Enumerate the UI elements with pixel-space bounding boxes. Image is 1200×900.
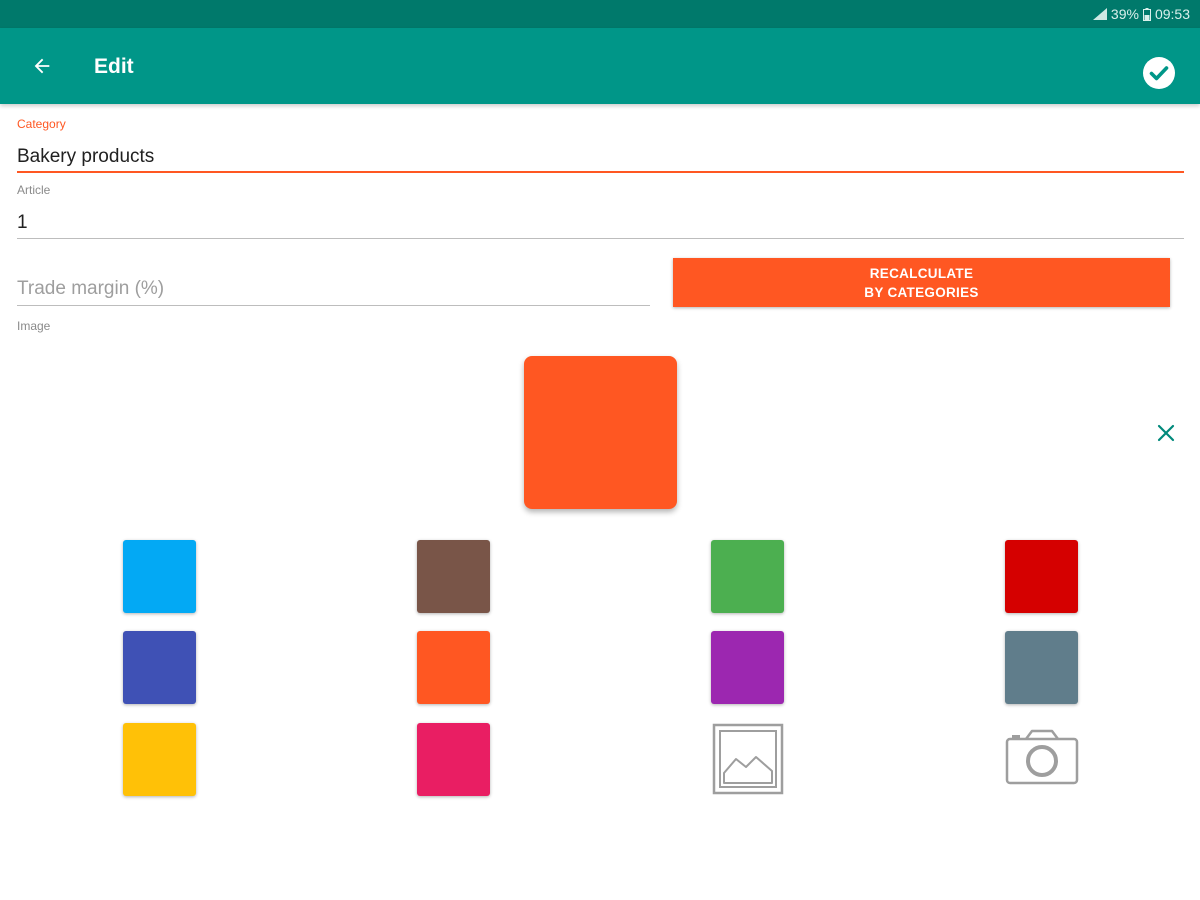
color-swatch-amber[interactable] <box>123 723 196 796</box>
recalculate-label-line2: BY CATEGORIES <box>864 284 979 300</box>
trade-margin-input[interactable] <box>17 276 647 302</box>
camera-button[interactable] <box>1004 723 1080 795</box>
image-gallery-icon <box>712 723 784 795</box>
back-button[interactable] <box>26 50 58 82</box>
gallery-button[interactable] <box>712 723 784 795</box>
color-swatch-blue-grey[interactable] <box>1005 631 1078 704</box>
image-label: Image <box>17 319 51 333</box>
signal-icon <box>1092 8 1107 20</box>
article-underline <box>17 238 1184 239</box>
battery-percent: 39% <box>1110 6 1139 22</box>
color-swatch-light-blue[interactable] <box>123 540 196 613</box>
status-time: 09:53 <box>1154 6 1190 22</box>
recalculate-label-line1: RECALCULATE <box>869 265 974 281</box>
color-swatch-green[interactable] <box>711 540 784 613</box>
image-preview <box>524 356 677 509</box>
save-button[interactable] <box>1142 56 1176 90</box>
color-swatch-purple[interactable] <box>711 631 784 704</box>
arrow-back-icon <box>34 58 50 74</box>
category-label: Category <box>17 117 66 131</box>
clear-image-button[interactable] <box>1154 421 1178 445</box>
check-circle-icon <box>1143 57 1175 89</box>
color-swatch-pink[interactable] <box>417 723 490 796</box>
status-bar: 39% 09:53 <box>0 0 1200 28</box>
color-swatch-indigo[interactable] <box>123 631 196 704</box>
color-swatch-red[interactable] <box>1005 540 1078 613</box>
category-underline <box>17 171 1184 173</box>
close-icon <box>1157 424 1175 442</box>
color-swatch-brown[interactable] <box>417 540 490 613</box>
status-indicators: 39% 09:53 <box>1092 6 1190 22</box>
article-label: Article <box>17 183 51 197</box>
app-bar: Edit <box>0 28 1200 104</box>
color-swatch-orange[interactable] <box>417 631 490 704</box>
recalculate-button[interactable]: RECALCULATE BY CATEGORIES <box>673 258 1170 307</box>
trade-margin-underline <box>17 305 650 306</box>
camera-icon <box>1005 729 1079 785</box>
battery-icon <box>1142 7 1151 21</box>
page-title: Edit <box>94 55 134 78</box>
category-input[interactable] <box>17 144 1177 170</box>
article-input[interactable] <box>17 210 1177 236</box>
